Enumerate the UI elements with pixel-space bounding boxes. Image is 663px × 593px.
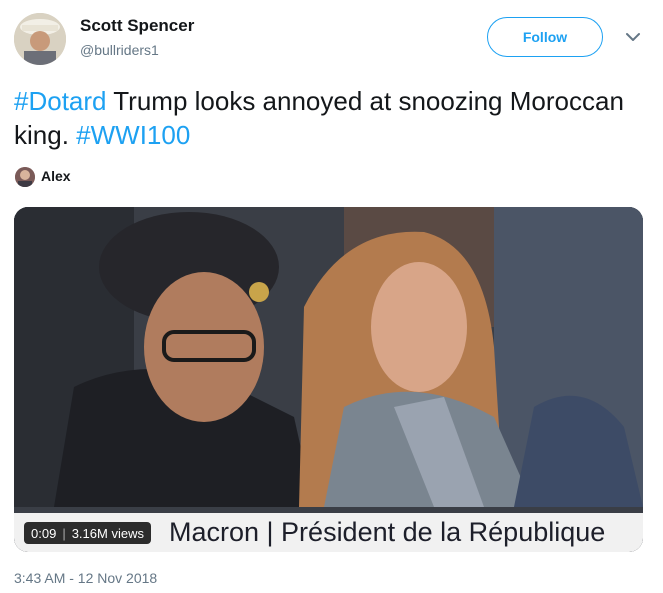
video-player[interactable]: Macron | Président de la République 0:09…: [14, 207, 643, 552]
tweet-timestamp[interactable]: 3:43 AM - 12 Nov 2018: [14, 570, 157, 586]
credit-name[interactable]: Alex: [41, 168, 71, 184]
video-caption-text: Macron | Président de la République: [169, 517, 606, 547]
separator: |: [62, 525, 66, 541]
video-duration: 0:09: [31, 525, 57, 541]
tweet-text: #Dotard Trump looks annoyed at snoozing …: [14, 84, 644, 152]
author-avatar[interactable]: [14, 13, 66, 65]
hashtag-link[interactable]: #Dotard: [14, 86, 107, 116]
video-stats-badge: 0:09 | 3.16M views: [24, 522, 151, 544]
follow-button[interactable]: Follow: [487, 17, 603, 57]
author-handle[interactable]: @bullriders1: [80, 42, 159, 58]
chevron-down-icon[interactable]: [624, 28, 642, 46]
author-name[interactable]: Scott Spencer: [80, 16, 194, 36]
credit-avatar[interactable]: [15, 167, 35, 187]
video-frame: [14, 207, 643, 552]
video-views: 3.16M views: [71, 525, 144, 541]
hashtag-link[interactable]: #WWI100: [76, 120, 190, 150]
